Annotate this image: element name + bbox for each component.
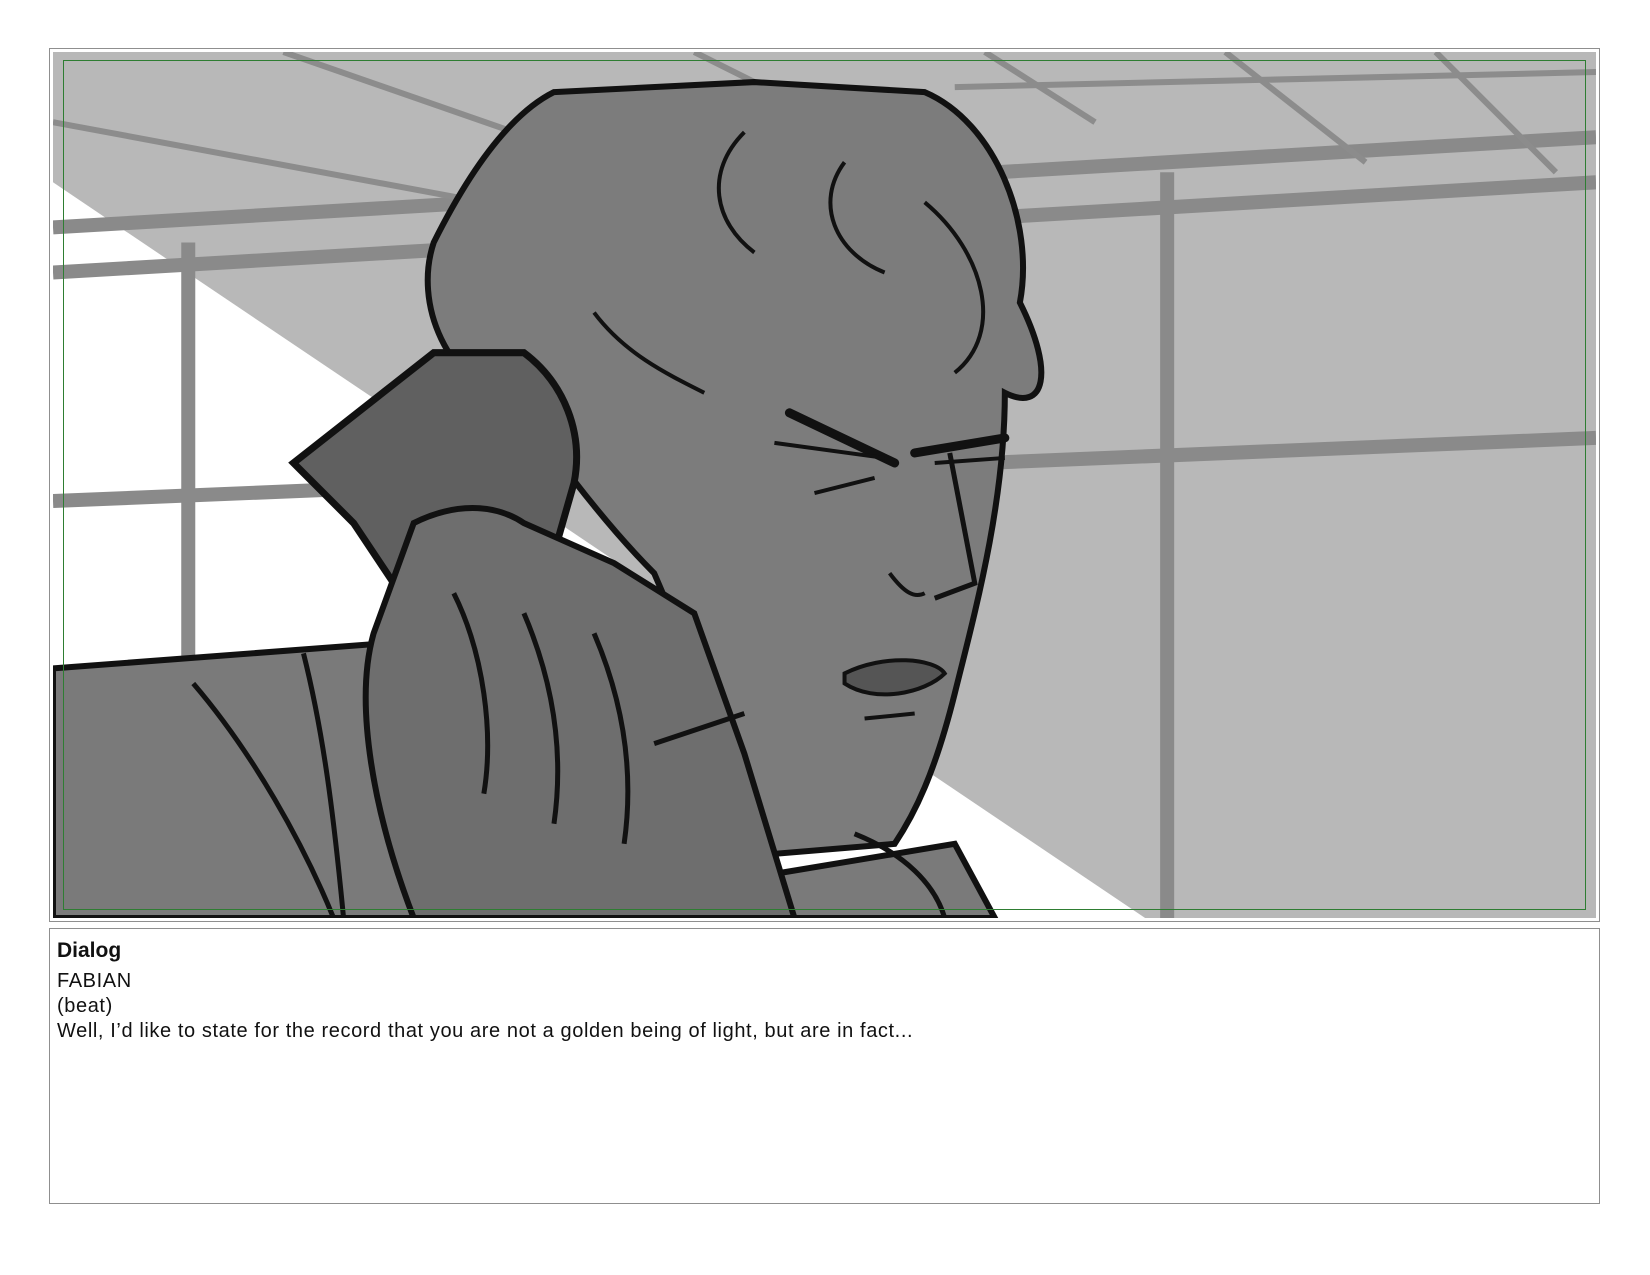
dialog-heading: Dialog	[57, 939, 122, 962]
dialog-character: FABIAN	[57, 970, 132, 992]
panel-image	[53, 52, 1596, 918]
storyboard-sketch	[53, 52, 1596, 918]
dialog-panel: Dialog FABIAN (beat) Well, I’d like to s…	[49, 928, 1600, 1204]
dialog-line: Well, I’d like to state for the record t…	[57, 1020, 914, 1042]
storyboard-panel	[49, 48, 1600, 922]
dialog-parenthetical: (beat)	[57, 995, 113, 1017]
